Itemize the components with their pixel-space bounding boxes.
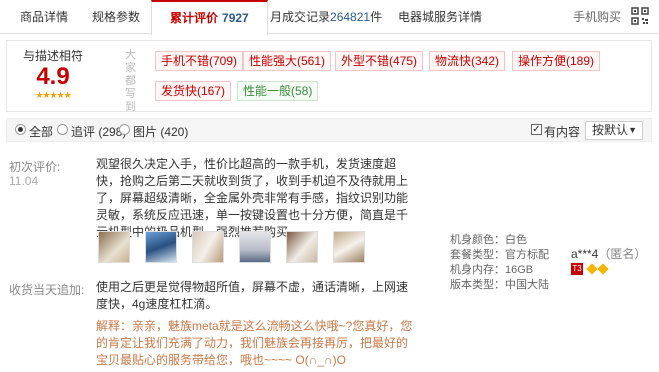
first-review-label: 初次评价: [9, 160, 61, 174]
tags-vertical-label: 大家都写到 [125, 49, 136, 113]
chevron-down-icon: ▼ [628, 125, 637, 135]
spec-color: 机身颜色：白色 [450, 234, 527, 246]
spec-storage: 机身内存：16GB [450, 264, 534, 276]
filter-pictures-radio[interactable] [119, 124, 130, 135]
review-tag[interactable]: 性能强大(561) [243, 51, 332, 71]
review-photo-thumb[interactable] [98, 231, 130, 263]
monthly-sales-count: 264821 [330, 10, 371, 24]
review-tag[interactable]: 物流快(342) [429, 51, 506, 71]
star-rating-icon: ★★★★★ [35, 90, 71, 100]
seller-reply: 解释：亲亲，魅族meta就是这么流畅这么快哦~?您真好，您的肯定让我们充满了动力… [96, 319, 413, 367]
filter-append-radio[interactable] [57, 124, 68, 135]
review-photo-thumb[interactable] [333, 231, 365, 263]
score-value: 4.9 [36, 63, 70, 90]
diamond-icon [597, 263, 609, 275]
rating-summary: 与描述相符 4.9 ★★★★★ 大家都写到 手机不错(709) 性能强大(561… [6, 40, 652, 113]
review-date: 11.04 [9, 174, 39, 188]
diamond-icon [586, 263, 598, 275]
tab-bar: 商品详情 规格参数 累计评价 7927 月成交记录264821件 电器城服务详情 … [0, 0, 659, 35]
filter-all-label[interactable]: 全部 [29, 123, 53, 140]
score-title: 与描述相符 [22, 49, 83, 63]
tab-reviews[interactable]: 累计评价 7927 [151, 0, 268, 35]
review-tag[interactable]: 操作方便(189) [512, 51, 601, 71]
tab-reviews-count: 7927 [222, 11, 249, 25]
tab-monthly-sales[interactable]: 月成交记录264821件 [270, 0, 382, 34]
filter-all-radio[interactable] [15, 124, 26, 135]
review-photo-thumb[interactable] [145, 231, 177, 263]
review-tag-neutral[interactable]: 性能一般(58) [237, 81, 319, 101]
reviewer-username: a***4 [571, 247, 599, 261]
tab-product-details[interactable]: 商品详情 [20, 0, 68, 34]
has-content-checkbox[interactable]: ✓ [531, 124, 542, 135]
append-review-content: 使用之后更是觉得物超所值，屏幕不虚，通话清晰，上网速度快，4g速度杠杠滴。 [96, 280, 409, 311]
review-photo-thumb[interactable] [286, 231, 318, 263]
tab-service-details[interactable]: 电器城服务详情 [398, 0, 482, 34]
spec-version: 版本类型：中国大陆 [450, 279, 549, 291]
review-photo-thumb[interactable] [239, 231, 271, 263]
reviewer-anon: （匿名） [598, 247, 647, 261]
review-filter-bar: 全部 追评 (298) 图片 (420) ✓ 有内容 按默认 ▼ [6, 118, 652, 142]
tab-reviews-label: 累计评价 [170, 11, 219, 25]
sort-dropdown[interactable]: 按默认 ▼ [585, 121, 643, 140]
spec-package: 套餐类型：官方标配 [450, 249, 549, 261]
review-tag[interactable]: 手机不错(709) [155, 51, 244, 71]
sort-label: 按默认 [592, 123, 629, 137]
qr-code-icon[interactable] [631, 7, 649, 25]
review-photo-thumb[interactable] [192, 231, 224, 263]
review-tag[interactable]: 外型不错(475) [335, 51, 424, 71]
filter-append-label[interactable]: 追评 (298) [71, 123, 126, 140]
review-tag[interactable]: 发货快(167) [155, 81, 232, 101]
filter-pictures-label[interactable]: 图片 (420) [133, 123, 188, 140]
append-review-label: 收货当天追加: [9, 283, 85, 297]
has-content-label[interactable]: 有内容 [544, 123, 580, 140]
mobile-buy-link[interactable]: 手机购买 [573, 0, 621, 34]
review-content: 观望很久决定入手，性价比超高的一款手机，发货速度超快，抢购之后第二天就收到货了，… [96, 157, 409, 239]
score-panel: 与描述相符 4.9 ★★★★★ [7, 41, 99, 111]
reviewer-name: a***4（匿名） [571, 245, 646, 262]
user-level-badge: T3 [571, 263, 583, 275]
tab-specs[interactable]: 规格参数 [92, 0, 140, 34]
